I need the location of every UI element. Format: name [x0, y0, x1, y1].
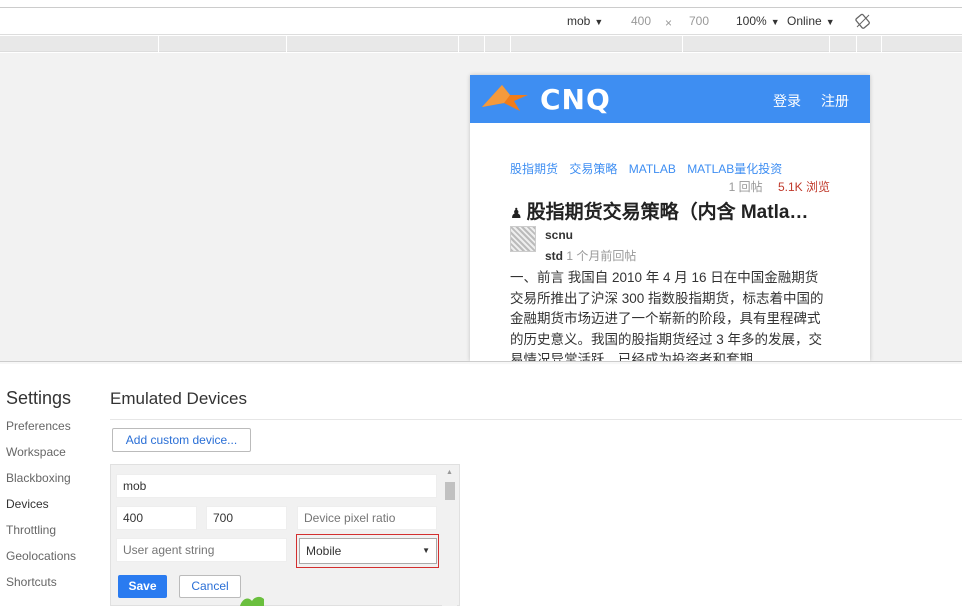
nav-workspace[interactable]: Workspace: [6, 445, 66, 459]
ruler-tick: [510, 36, 511, 52]
logo-text[interactable]: CNQ: [540, 83, 611, 116]
section-divider: [110, 419, 962, 420]
panel-splitter[interactable]: [0, 361, 962, 364]
post-title-text: 股指期货交易策略（内含 Matla…: [526, 202, 809, 223]
register-link[interactable]: 注册: [821, 91, 849, 111]
width-input[interactable]: 400: [631, 14, 651, 28]
tag-list: 股指期货 交易策略 MATLAB MATLAB量化投资: [510, 160, 790, 177]
zoom-select[interactable]: 100% ▼: [736, 14, 780, 28]
tag-link[interactable]: 股指期货: [510, 162, 558, 176]
device-height-field[interactable]: [206, 506, 287, 530]
site-header: CNQ 登录 注册: [470, 75, 870, 123]
ruler-tick: [856, 36, 857, 52]
device-select-label: mob: [567, 14, 591, 28]
height-input[interactable]: 700: [689, 14, 709, 28]
post-title[interactable]: ♟ 股指期货交易策略（内含 Matla…: [510, 197, 840, 224]
nav-throttling[interactable]: Throttling: [6, 523, 56, 537]
scrollbar[interactable]: ▲: [442, 466, 457, 606]
section-title: Emulated Devices: [110, 389, 248, 408]
network-select[interactable]: Online ▼: [787, 14, 835, 28]
device-pixel-ratio-field[interactable]: [297, 506, 437, 530]
nav-preferences[interactable]: Preferences: [6, 419, 71, 433]
nav-geolocations[interactable]: Geolocations: [6, 549, 76, 563]
tag-link[interactable]: MATLAB: [629, 162, 676, 176]
avatar[interactable]: [510, 226, 536, 252]
leaf-icon: [240, 596, 264, 606]
ruler-tick: [286, 36, 287, 52]
zoom-label: 100%: [736, 14, 767, 28]
nav-devices[interactable]: Devices: [6, 497, 49, 511]
reply-count: 1 回帖: [728, 180, 763, 194]
login-link[interactable]: 登录: [773, 91, 801, 111]
view-count: 5.1K 浏览: [777, 180, 830, 194]
nav-shortcuts[interactable]: Shortcuts: [6, 575, 57, 589]
tag-link[interactable]: MATLAB量化投资: [687, 162, 782, 176]
annotation-highlight: [296, 534, 439, 568]
author-name[interactable]: scnu: [545, 228, 573, 242]
ruler-tick: [682, 36, 683, 52]
settings-title: Settings: [6, 388, 72, 408]
chevron-down-icon: ▼: [770, 17, 780, 27]
device-viewport: CNQ 登录 注册 股指期货 交易策略 MATLAB MATLAB量化投资 1 …: [470, 75, 870, 361]
device-name-field[interactable]: [116, 474, 437, 498]
post-stats: 1 回帖 5.1K 浏览: [729, 178, 830, 195]
post-body: 一、前言 我国自 2010 年 4 月 16 日在中国金融期货交易所推出了沪深 …: [510, 270, 824, 361]
reply-time: 1 个月前回帖: [566, 249, 637, 263]
chevron-down-icon: ▼: [594, 17, 604, 27]
emulation-canvas: CNQ 登录 注册 股指期货 交易策略 MATLAB MATLAB量化投资 1 …: [0, 53, 962, 361]
chevron-down-icon: ▼: [825, 17, 835, 27]
save-button[interactable]: Save: [118, 575, 167, 598]
ruler-tick: [881, 36, 882, 52]
ruler-tick: [829, 36, 830, 52]
times-icon: ×: [665, 16, 673, 30]
add-custom-device-button[interactable]: Add custom device...: [112, 428, 251, 452]
scroll-up-icon[interactable]: ▲: [446, 469, 453, 476]
user-agent-field[interactable]: [116, 538, 287, 562]
cancel-button[interactable]: Cancel: [179, 575, 241, 598]
pin-icon: ♟: [510, 205, 523, 221]
device-width-field[interactable]: [116, 506, 197, 530]
scroll-thumb[interactable]: [445, 482, 455, 500]
ruler-tick: [158, 36, 159, 52]
rotate-icon[interactable]: [855, 13, 871, 29]
tag-link[interactable]: 交易策略: [569, 162, 617, 176]
ruler-tick: [484, 36, 485, 52]
logo-icon[interactable]: [480, 81, 532, 113]
reply-meta: std 1 个月前回帖: [545, 247, 636, 264]
device-select[interactable]: mob ▼: [567, 14, 603, 28]
device-toolbar: mob ▼ 400 × 700 100% ▼ Online ▼: [0, 7, 962, 35]
media-query-ruler[interactable]: [0, 36, 962, 52]
network-label: Online: [787, 14, 822, 28]
ruler-tick: [458, 36, 459, 52]
nav-blackboxing[interactable]: Blackboxing: [6, 471, 71, 485]
reply-user[interactable]: std: [545, 249, 563, 263]
